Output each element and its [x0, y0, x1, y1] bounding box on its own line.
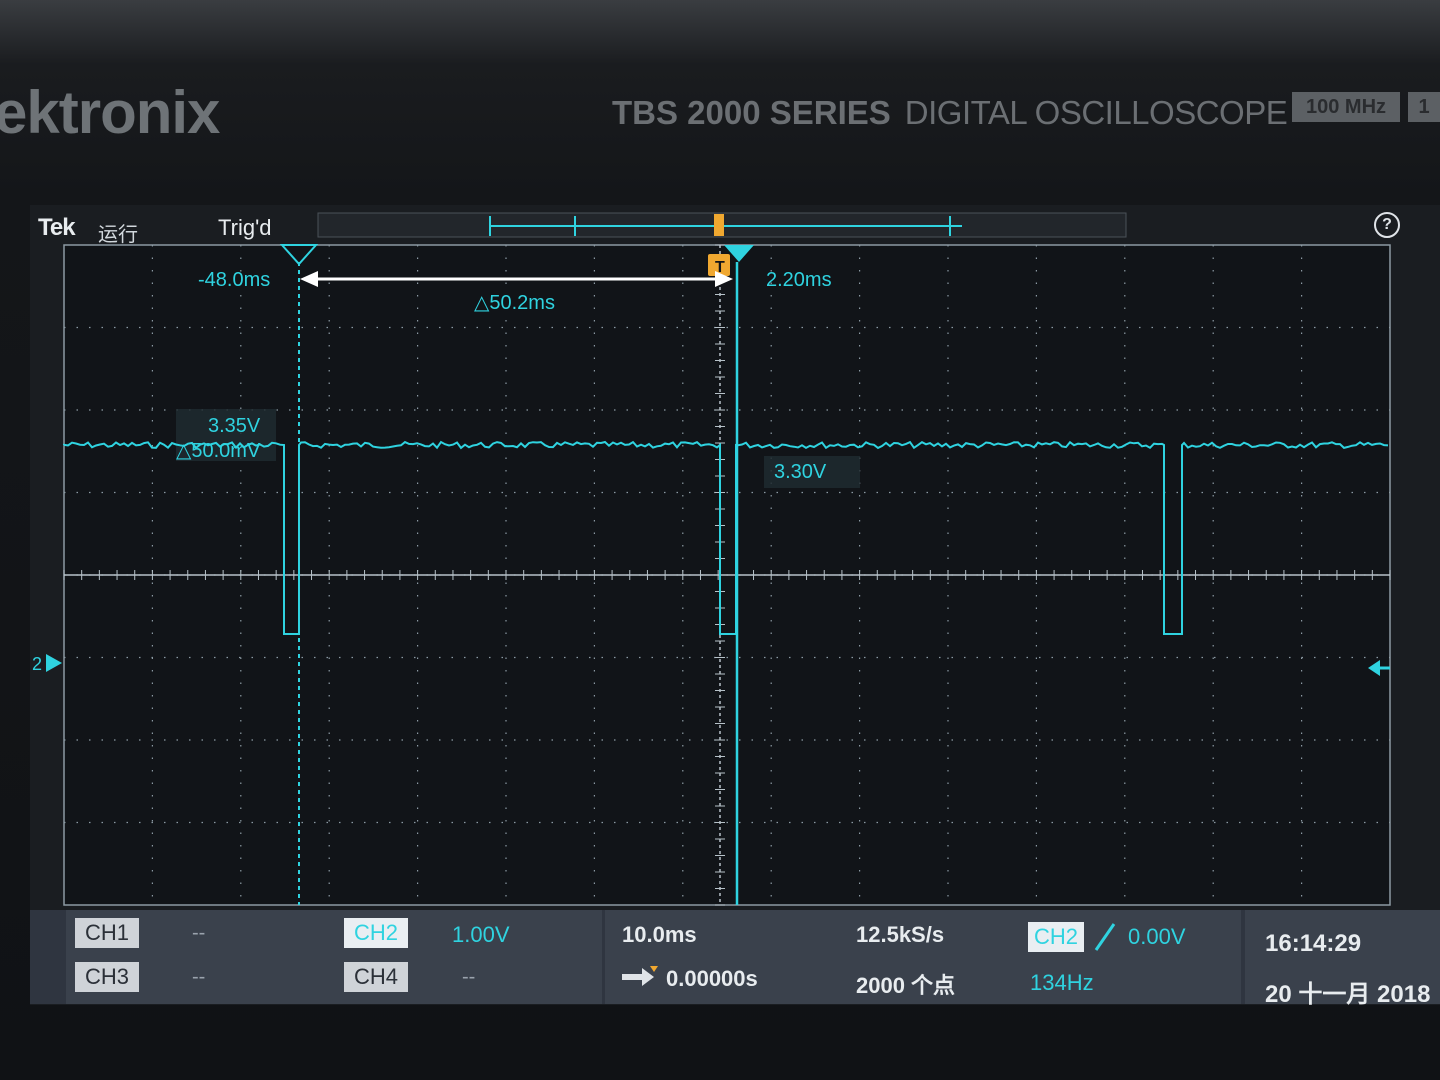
cursor-b-time: 2.20ms — [766, 269, 832, 291]
cursor-b-level: 3.30V — [774, 461, 827, 483]
cursor-delta-time: △50.2ms — [474, 292, 555, 314]
cursor-a-time: -48.0ms — [198, 269, 271, 291]
ch2-ground-marker — [46, 654, 62, 672]
record-length: 2000 个点 — [856, 973, 956, 998]
clock-date: 20 十一月 2018 — [1265, 981, 1431, 1008]
sample-rate: 12.5kS/s — [856, 922, 945, 947]
ch4-scale: -- — [462, 966, 476, 988]
trigger-level[interactable]: 0.00V — [1128, 924, 1186, 950]
horizontal-position-icon — [622, 966, 660, 988]
cursor-delta-volts: △50.0mV — [176, 440, 261, 462]
ch4-button[interactable]: CH4 — [344, 962, 408, 992]
ch1-button[interactable]: CH1 — [75, 918, 139, 948]
trigger-frequency: 134Hz — [1030, 970, 1094, 995]
cursor-a-level: 3.35V — [208, 415, 261, 437]
ch2-ground-label: 2 — [32, 654, 42, 674]
ch3-scale: -- — [192, 966, 206, 988]
ch2-button[interactable]: CH2 — [344, 918, 408, 948]
channel-panel — [66, 910, 602, 1004]
record-trigger-marker — [714, 214, 724, 236]
horizontal-position[interactable]: 0.00000s — [666, 966, 758, 992]
clock-time: 16:14:29 — [1265, 930, 1362, 957]
rising-edge-icon — [1094, 922, 1120, 952]
ch1-scale: -- — [192, 922, 206, 944]
ch3-button[interactable]: CH3 — [75, 962, 139, 992]
trigger-source[interactable]: CH2 — [1028, 922, 1084, 952]
ch2-scale: 1.00V — [452, 922, 510, 947]
timebase-scale[interactable]: 10.0ms — [622, 922, 697, 948]
